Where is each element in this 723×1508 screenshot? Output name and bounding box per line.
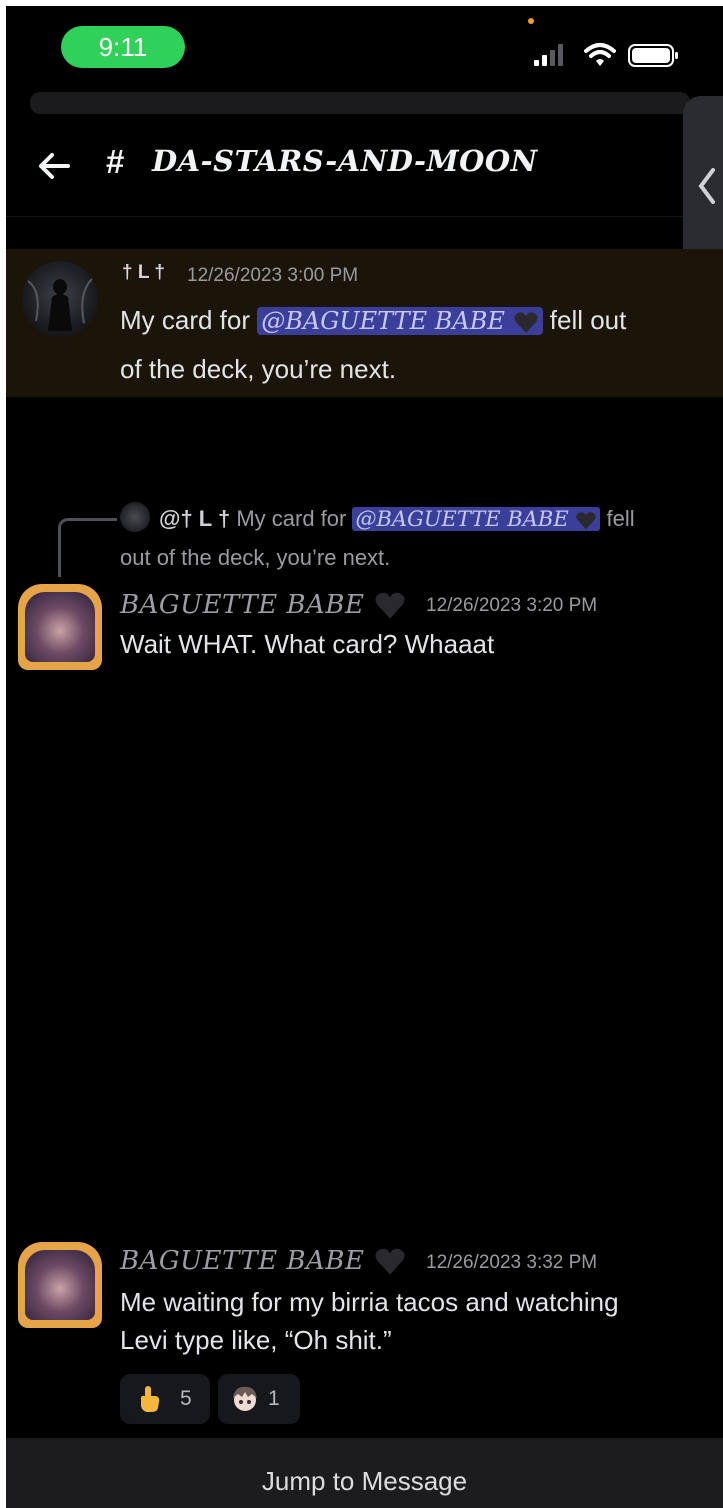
jump-to-message-button[interactable]: Jump to Message <box>6 1438 723 1508</box>
toast-avatar[interactable] <box>18 584 102 670</box>
reaction-pointing-finger[interactable]: 5 <box>120 1374 210 1424</box>
message-content: My card for @BAGUETTE BABE fell out <box>120 296 626 345</box>
message-author[interactable]: BAGUETTE BABE <box>120 1246 407 1277</box>
reply-user-mention: @BAGUETTE BABE <box>352 507 601 531</box>
cellular-signal-icon <box>534 44 563 66</box>
avatar-photo <box>25 592 95 662</box>
black-heart-icon <box>375 1248 405 1275</box>
user-mention[interactable]: @BAGUETTE BABE <box>257 307 543 335</box>
privacy-indicator-dot <box>528 18 534 24</box>
avatar-photo <box>25 1250 95 1320</box>
message-text: My card for <box>120 305 251 335</box>
reply-preview[interactable]: @† L † My card for @BAGUETTE BABE fell <box>159 500 635 538</box>
wifi-icon <box>584 43 616 66</box>
toast-avatar[interactable] <box>18 1242 102 1328</box>
reply-avatar[interactable] <box>120 502 150 532</box>
reaction-count: 5 <box>180 1387 192 1410</box>
reply-text: My card for <box>236 506 347 531</box>
member-list-toggle[interactable] <box>683 96 723 272</box>
reply-connector <box>58 518 117 577</box>
partial-search-bar <box>30 92 690 114</box>
reaction-anime-face[interactable]: 1 <box>218 1374 300 1424</box>
status-time: 9:11 <box>61 26 185 68</box>
message-text-line2: Levi type like, “Oh shit.” <box>120 1325 392 1355</box>
message-timestamp: 12/26/2023 3:20 PM <box>426 595 598 616</box>
dark-figure-avatar-image <box>27 278 93 331</box>
message-text-line2: of the deck, you’re next. <box>120 354 397 384</box>
black-heart-icon <box>576 511 597 529</box>
battery-icon <box>628 44 678 67</box>
reply-text: fell <box>606 506 635 531</box>
message-author[interactable]: BAGUETTE BABE <box>120 590 407 621</box>
app-screen: 9:11 # DA-STARS-AND-MOON † L † 12/26/202… <box>6 6 723 1508</box>
reply-author: @† L † <box>159 506 231 531</box>
avatar[interactable] <box>22 261 98 337</box>
message-text: fell out <box>549 305 627 335</box>
black-heart-icon <box>513 311 538 333</box>
reply-text-line2[interactable]: out of the deck, you’re next. <box>120 539 390 577</box>
black-heart-icon <box>375 592 405 619</box>
pointing-finger-icon <box>141 1386 160 1412</box>
message-timestamp: 12/26/2023 3:32 PM <box>426 1252 598 1273</box>
chevron-left-icon <box>698 168 715 204</box>
status-icons <box>530 40 680 70</box>
channel-title[interactable]: DA-STARS-AND-MOON <box>152 144 538 178</box>
channel-hash-icon: # <box>106 143 125 180</box>
reaction-count: 1 <box>268 1387 280 1410</box>
message-content: Wait WHAT. What card? Whaaat <box>120 629 495 659</box>
back-arrow-icon[interactable] <box>34 146 74 186</box>
message-author[interactable]: † L † <box>122 262 165 284</box>
message-timestamp: 12/26/2023 3:00 PM <box>187 265 359 286</box>
anime-face-icon <box>233 1386 257 1411</box>
